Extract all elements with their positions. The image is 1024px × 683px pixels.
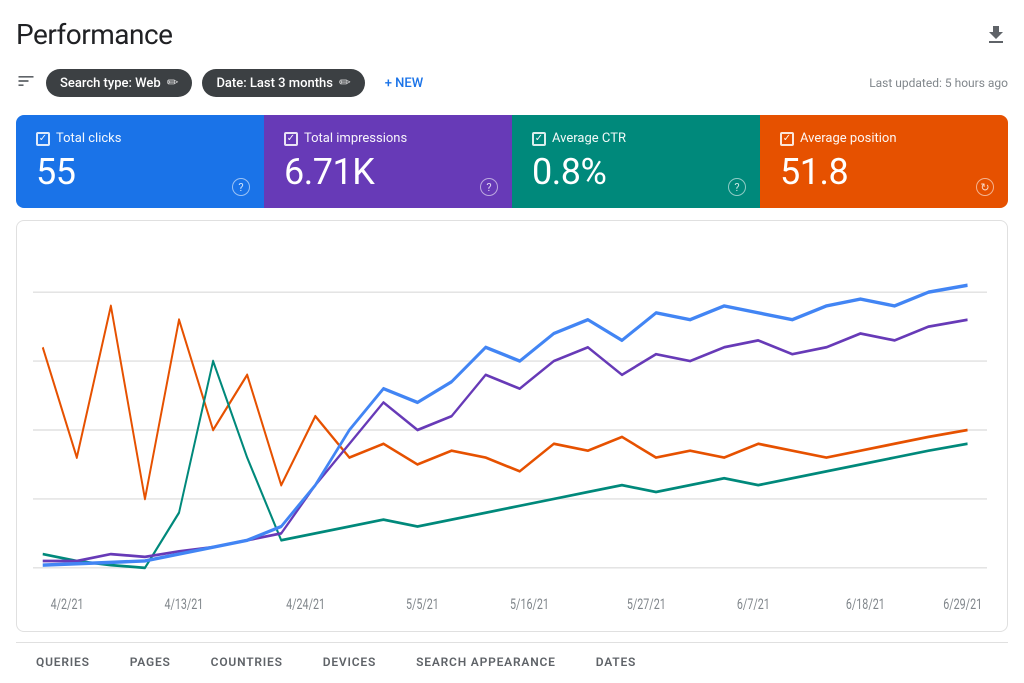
clicks-checkbox[interactable] [36, 132, 50, 146]
clicks-help-icon[interactable]: ? [232, 178, 250, 196]
page-header: Performance [16, 0, 1008, 61]
metric-card-impressions-header: Total impressions [284, 131, 492, 146]
position-label: Average position [800, 131, 897, 146]
tab-search-appearance[interactable]: SEARCH APPEARANCE [396, 643, 576, 683]
svg-text:5/27/21: 5/27/21 [627, 597, 666, 614]
svg-text:6/7/21: 6/7/21 [737, 597, 770, 614]
new-button[interactable]: + NEW [375, 70, 433, 97]
tab-pages[interactable]: PAGES [110, 643, 191, 683]
metric-cards: Total clicks 55 ? Total impressions 6.71… [16, 115, 1008, 208]
ctr-help-icon[interactable]: ? [728, 178, 746, 196]
position-checkbox[interactable] [780, 132, 794, 146]
tab-countries[interactable]: COUNTRIES [191, 643, 303, 683]
page-container: Performance Search type: Web ✏ Date: Las… [0, 0, 1024, 683]
date-edit-icon: ✏ [339, 75, 351, 91]
tab-queries[interactable]: QUERIES [16, 643, 110, 683]
ctr-label: Average CTR [552, 131, 626, 146]
date-chip[interactable]: Date: Last 3 months ✏ [202, 69, 364, 97]
svg-text:4/24/21: 4/24/21 [286, 597, 325, 614]
metric-card-position[interactable]: Average position 51.8 ↻ [760, 115, 1008, 208]
ctr-checkbox[interactable] [532, 132, 546, 146]
metric-card-clicks[interactable]: Total clicks 55 ? [16, 115, 264, 208]
svg-text:4/2/21: 4/2/21 [51, 597, 84, 614]
svg-text:6/29/21: 6/29/21 [943, 597, 982, 614]
tab-bar: QUERIES PAGES COUNTRIES DEVICES SEARCH A… [16, 642, 1008, 683]
impressions-value: 6.71K [284, 154, 492, 190]
performance-chart: 4/2/21 4/13/21 4/24/21 5/5/21 5/16/21 5/… [33, 237, 987, 623]
tab-dates[interactable]: DATES [576, 643, 656, 683]
header-right [984, 23, 1008, 47]
impressions-checkbox[interactable] [284, 132, 298, 146]
page-title: Performance [16, 18, 172, 51]
impressions-label: Total impressions [304, 131, 407, 146]
search-type-chip[interactable]: Search type: Web ✏ [46, 69, 192, 97]
last-updated: Last updated: 5 hours ago [869, 76, 1008, 90]
metric-card-clicks-header: Total clicks [36, 131, 244, 146]
metric-card-position-header: Average position [780, 131, 988, 146]
ctr-value: 0.8% [532, 154, 740, 190]
tab-devices[interactable]: DEVICES [303, 643, 396, 683]
filter-bar: Search type: Web ✏ Date: Last 3 months ✏… [16, 61, 1008, 109]
chart-container: 4/2/21 4/13/21 4/24/21 5/5/21 5/16/21 5/… [16, 220, 1008, 632]
clicks-value: 55 [36, 154, 244, 190]
impressions-help-icon[interactable]: ? [480, 178, 498, 196]
search-type-edit-icon: ✏ [167, 75, 179, 91]
metric-card-impressions[interactable]: Total impressions 6.71K ? [264, 115, 512, 208]
search-type-label: Search type: Web [60, 76, 161, 91]
svg-text:6/18/21: 6/18/21 [846, 597, 885, 614]
filter-icon[interactable] [16, 71, 36, 96]
date-label: Date: Last 3 months [216, 76, 333, 91]
clicks-label: Total clicks [56, 131, 121, 146]
metric-card-ctr[interactable]: Average CTR 0.8% ? [512, 115, 760, 208]
svg-text:5/16/21: 5/16/21 [510, 597, 549, 614]
download-icon[interactable] [984, 23, 1008, 47]
svg-text:5/5/21: 5/5/21 [406, 597, 439, 614]
position-value: 51.8 [780, 154, 988, 190]
svg-text:4/13/21: 4/13/21 [164, 597, 203, 614]
position-help-icon[interactable]: ↻ [976, 178, 994, 196]
metric-card-ctr-header: Average CTR [532, 131, 740, 146]
